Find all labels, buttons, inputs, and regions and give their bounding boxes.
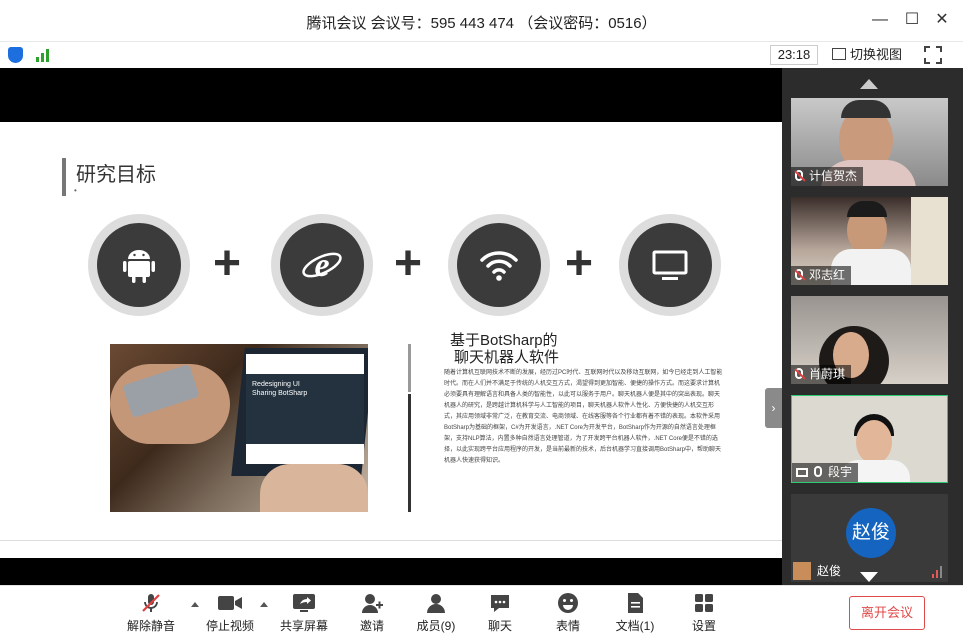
plus-sign: + <box>565 237 594 290</box>
minimize-button[interactable]: — <box>870 10 890 30</box>
slide-footer-line <box>0 540 782 541</box>
share-screen-button[interactable]: 共享屏幕 <box>274 592 334 634</box>
close-button[interactable]: ✕ <box>932 10 952 30</box>
leave-meeting-button[interactable]: 离开会议 <box>849 596 925 630</box>
participant-name: 肖蔚琪 <box>809 367 846 381</box>
members-icon <box>427 594 445 613</box>
participant-panel: 计信贺杰 邓志红 肖蔚琪 段宇 赵俊 赵俊 <box>782 68 963 585</box>
avatar: 赵俊 <box>846 508 896 558</box>
divider-light <box>408 344 411 392</box>
mic-muted-icon <box>142 594 160 612</box>
plus-sign: + <box>213 237 242 290</box>
meeting-timer: 23:18 <box>770 45 818 65</box>
video-tile-active-speaker[interactable]: 段宇 <box>791 395 948 483</box>
point-title-line2: 聊天机器人软件 <box>454 349 560 366</box>
ie-circle: e <box>271 214 373 316</box>
wifi-icon <box>480 251 518 281</box>
video-options-caret-icon[interactable] <box>260 602 268 607</box>
settings-grid-icon <box>695 594 713 612</box>
invite-label: 邀请 <box>359 619 384 633</box>
participant-name: 计信贺杰 <box>809 169 858 183</box>
slide-bullet: • <box>74 186 77 195</box>
divider-dark <box>408 394 411 512</box>
unmute-label: 解除静音 <box>126 619 175 633</box>
monitor-icon <box>652 250 688 280</box>
mic-on-icon <box>814 466 822 477</box>
point-title-line1: 基于BotSharp的 <box>450 332 558 349</box>
laptop-photo: Redesigning UI Sharing BotSharp <box>110 344 368 512</box>
participant-name-tag: 邓志红 <box>791 266 852 285</box>
network-signal-icon[interactable] <box>36 48 52 62</box>
maximize-button[interactable]: ☐ <box>902 10 922 30</box>
android-circle <box>88 214 190 316</box>
collapse-sidebar-button[interactable]: › <box>765 388 782 428</box>
title-bar: 腾讯会议 会议号：595 443 474 （会议密码：0516） — ☐ ✕ <box>0 0 963 42</box>
share-screen-icon <box>293 594 315 612</box>
stop-video-label: 停止视频 <box>205 619 254 633</box>
presentation-slide: 研究目标 • + e + + Redesigning UI Sharing Bo… <box>0 122 782 558</box>
switch-view-button[interactable]: 切换视图 <box>832 45 902 65</box>
mic-muted-icon <box>795 368 803 379</box>
slide-heading: 研究目标 <box>76 164 156 186</box>
emoji-button[interactable]: 表情 <box>538 592 598 634</box>
audio-level-icon <box>932 566 944 578</box>
point-title: 基于BotSharp的 聊天机器人软件 <box>450 332 559 366</box>
heading-accent-bar <box>62 158 66 196</box>
mic-muted-icon <box>795 170 803 181</box>
scroll-up-arrow-icon[interactable] <box>860 79 878 89</box>
fullscreen-icon[interactable] <box>924 46 942 64</box>
status-bar: 23:18 切换视图 <box>0 42 963 68</box>
chat-icon <box>491 595 509 612</box>
participant-name: 邓志红 <box>809 268 846 282</box>
participant-name-tag: 肖蔚琪 <box>791 365 852 384</box>
layout-icon <box>832 48 846 60</box>
video-tile[interactable]: 计信贺杰 <box>791 98 948 186</box>
video-camera-icon <box>218 596 242 610</box>
photo-screen-text: Redesigning UI Sharing BotSharp <box>252 381 308 397</box>
ie-icon: e <box>302 247 342 284</box>
participant-name: 赵俊 <box>817 564 842 578</box>
avatar-thumbnail <box>793 562 811 580</box>
window-title: 腾讯会议 会议号：595 443 474 （会议密码：0516） <box>306 15 657 32</box>
svg-text:e: e <box>314 247 329 284</box>
documents-label: 文档(1) <box>615 619 655 633</box>
point-body: 随着计算机互联网技术不断的发展，经历过PC时代、互联网时代以及移动互联网，如今已… <box>444 370 723 464</box>
android-icon <box>123 250 155 283</box>
stop-video-button[interactable]: 停止视频 <box>200 592 260 634</box>
settings-button[interactable]: 设置 <box>674 592 734 634</box>
participant-name-tag: 段宇 <box>792 463 859 482</box>
audio-options-caret-icon[interactable] <box>191 602 199 607</box>
participant-name-tag: 计信贺杰 <box>791 167 864 186</box>
video-tile[interactable]: 肖蔚琪 <box>791 296 948 384</box>
screen-share-icon <box>796 468 808 477</box>
document-icon <box>628 593 643 613</box>
video-tile[interactable]: 邓志红 <box>791 197 948 285</box>
monitor-circle <box>619 214 721 316</box>
chat-button[interactable]: 聊天 <box>470 592 530 634</box>
emoji-label: 表情 <box>555 619 580 633</box>
switch-view-label: 切换视图 <box>850 47 903 62</box>
documents-button[interactable]: 文档(1) <box>605 592 665 634</box>
smiley-icon <box>558 593 578 613</box>
add-user-icon <box>362 594 383 613</box>
scroll-down-arrow-icon[interactable] <box>860 572 878 582</box>
share-screen-label: 共享屏幕 <box>279 619 328 633</box>
chat-label: 聊天 <box>487 619 512 633</box>
video-tile[interactable]: 赵俊 赵俊 <box>791 494 948 582</box>
settings-label: 设置 <box>691 619 716 633</box>
members-label: 成员(9) <box>416 619 456 633</box>
security-shield-icon[interactable] <box>8 47 23 63</box>
invite-button[interactable]: 邀请 <box>342 592 402 634</box>
participant-name: 段宇 <box>828 465 853 479</box>
mic-muted-icon <box>795 269 803 280</box>
shared-screen-area: 研究目标 • + e + + Redesigning UI Sharing Bo… <box>0 68 782 585</box>
plus-sign: + <box>394 237 423 290</box>
members-button[interactable]: 成员(9) <box>406 592 466 634</box>
wifi-circle <box>448 214 550 316</box>
meeting-toolbar: 解除静音 停止视频 共享屏幕 邀请 成员(9) 聊天 表情 文档(1) 设置 离… <box>0 585 963 639</box>
unmute-button[interactable]: 解除静音 <box>121 592 181 634</box>
